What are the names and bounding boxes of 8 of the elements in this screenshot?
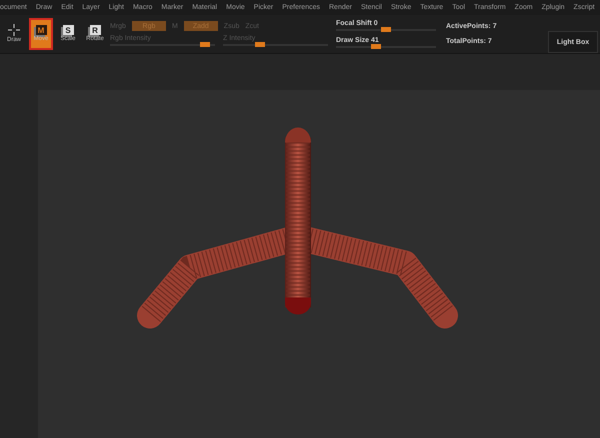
slider-thumb[interactable]	[200, 42, 210, 48]
slider-thumb[interactable]	[254, 42, 265, 48]
letter-icon: R	[90, 25, 100, 36]
letter-icon: M	[36, 25, 46, 36]
slider-thumb[interactable]	[371, 44, 381, 49]
slider-thumb[interactable]	[381, 26, 391, 32]
crosshair-icon	[8, 24, 20, 36]
letter-icon: S	[62, 25, 74, 36]
